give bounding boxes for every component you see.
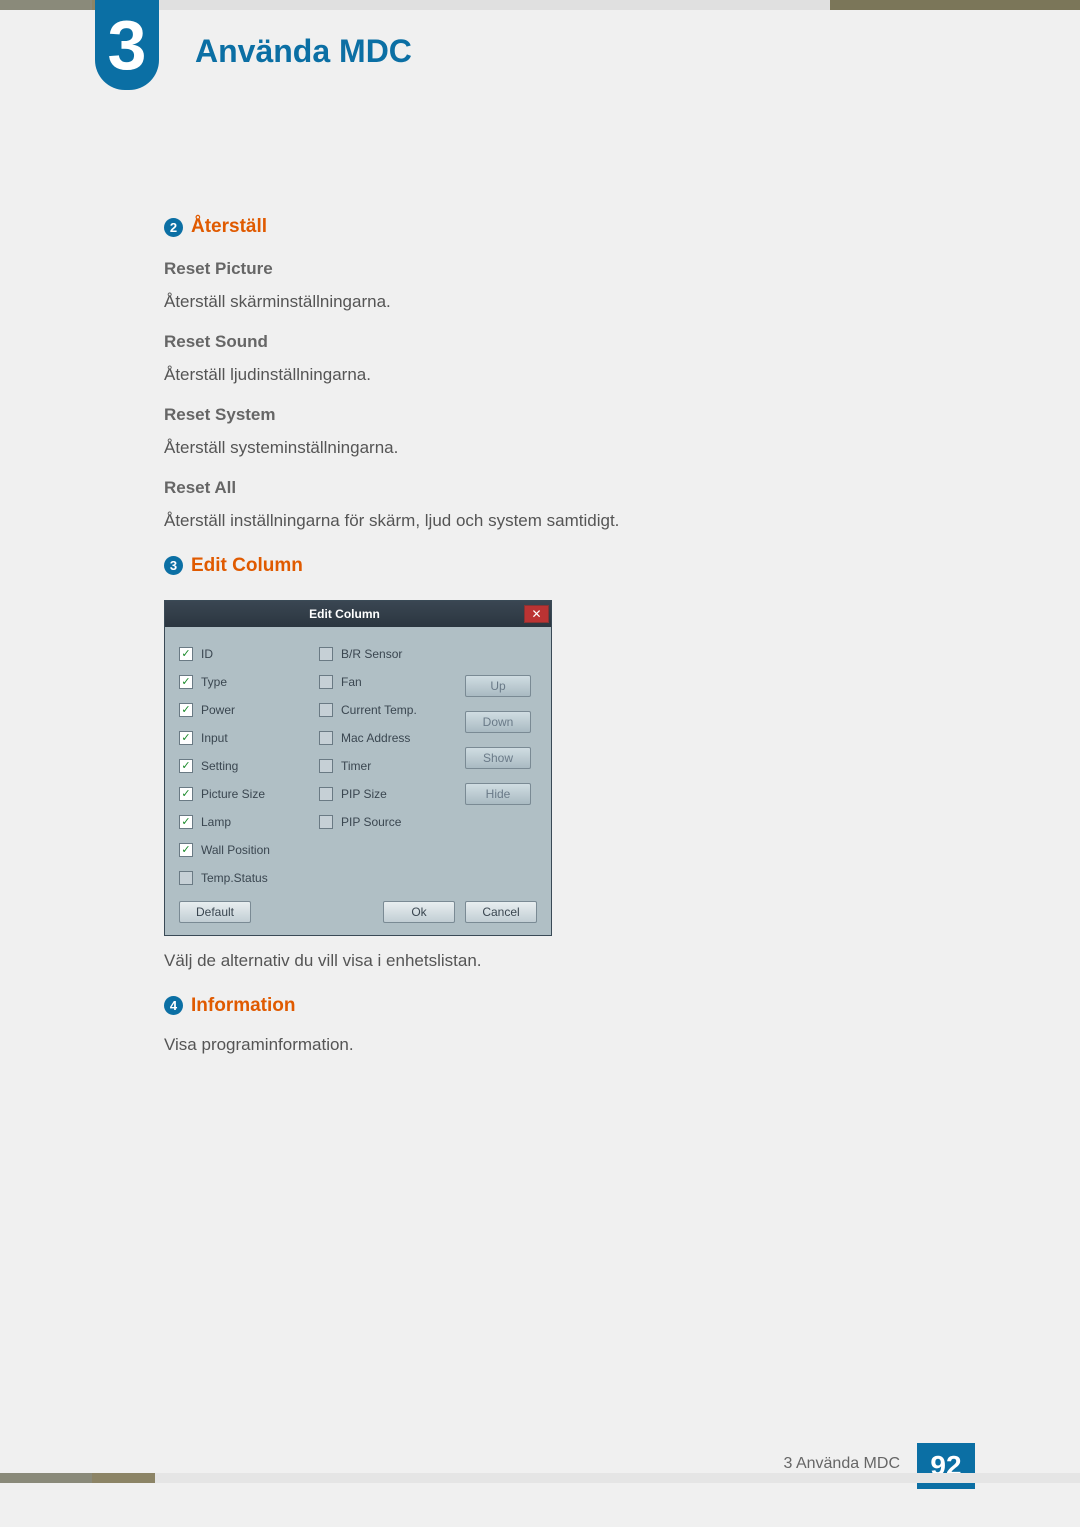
top-ribbon xyxy=(0,0,1080,10)
chapter-number: 3 xyxy=(108,5,147,85)
checkbox[interactable]: ✓ xyxy=(319,731,333,745)
edit-column-dialog-wrap: Edit Column ✕ ✓ ID ✓ Type ✓ Power ✓ Input ✓ Setti… xyxy=(164,600,884,936)
option-heading: Reset All xyxy=(164,475,884,501)
checkbox-label: Temp.Status xyxy=(201,869,268,887)
column-list-left: ✓ ID ✓ Type ✓ Power ✓ Input ✓ Setting ✓ Picture Siz… xyxy=(179,645,309,887)
checkbox-label: Picture Size xyxy=(201,785,265,803)
column-side-buttons: Up Down Show Hide xyxy=(459,645,537,887)
down-button[interactable]: Down xyxy=(465,711,531,733)
checkbox-row: ✓ Timer xyxy=(319,757,449,775)
checkbox-row: ✓ B/R Sensor xyxy=(319,645,449,663)
option-heading: Reset Picture xyxy=(164,256,884,282)
checkbox[interactable]: ✓ xyxy=(319,675,333,689)
checkbox-row: ✓ Current Temp. xyxy=(319,701,449,719)
content-area: 2 Återställ Reset Picture Återställ skärm… xyxy=(164,195,884,1066)
checkbox[interactable]: ✓ xyxy=(179,647,193,661)
footer-ribbon xyxy=(0,1473,1080,1483)
checkbox-label: Mac Address xyxy=(341,729,410,747)
default-button[interactable]: Default xyxy=(179,901,251,923)
dialog-titlebar: Edit Column ✕ xyxy=(165,601,551,627)
checkbox[interactable]: ✓ xyxy=(179,787,193,801)
badge-4: 4 xyxy=(164,996,183,1015)
checkbox-label: Wall Position xyxy=(201,841,270,859)
option-text: Återställ ljudinställningarna. xyxy=(164,362,884,388)
checkbox[interactable]: ✓ xyxy=(319,787,333,801)
section-2-heading: 2 Återställ xyxy=(164,213,884,242)
section-2-title: Återställ xyxy=(191,213,267,242)
checkbox[interactable]: ✓ xyxy=(319,647,333,661)
section-3-text: Välj de alternativ du vill visa i enhets… xyxy=(164,948,884,974)
section-4-title: Information xyxy=(191,992,296,1021)
section-3-title: Edit Column xyxy=(191,552,303,581)
checkbox-label: Setting xyxy=(201,757,238,775)
checkbox-label: Lamp xyxy=(201,813,231,831)
up-button[interactable]: Up xyxy=(465,675,531,697)
checkbox[interactable]: ✓ xyxy=(319,703,333,717)
checkbox-label: PIP Size xyxy=(341,785,387,803)
section-4-text: Visa programinformation. xyxy=(164,1032,884,1058)
dialog-footer: Default Ok Cancel xyxy=(179,887,537,925)
checkbox-label: Timer xyxy=(341,757,371,775)
checkbox-row: ✓ Picture Size xyxy=(179,785,309,803)
column-list-right: ✓ B/R Sensor ✓ Fan ✓ Current Temp. ✓ Mac Addres… xyxy=(319,645,449,887)
chapter-badge: 3 xyxy=(95,0,159,90)
checkbox-label: Input xyxy=(201,729,228,747)
checkbox[interactable]: ✓ xyxy=(179,703,193,717)
checkbox[interactable]: ✓ xyxy=(179,871,193,885)
checkbox-row: ✓ Lamp xyxy=(179,813,309,831)
checkbox[interactable]: ✓ xyxy=(179,675,193,689)
checkbox-row: ✓ Input xyxy=(179,729,309,747)
checkbox-row: ✓ Setting xyxy=(179,757,309,775)
checkbox-label: Fan xyxy=(341,673,362,691)
option-text: Återställ inställningarna för skärm, lju… xyxy=(164,508,884,534)
checkbox-label: ID xyxy=(201,645,213,663)
section-3-heading: 3 Edit Column xyxy=(164,552,884,581)
checkbox-label: PIP Source xyxy=(341,813,401,831)
checkbox-label: Power xyxy=(201,701,235,719)
checkbox[interactable]: ✓ xyxy=(319,815,333,829)
checkbox-row: ✓ Fan xyxy=(319,673,449,691)
hide-button[interactable]: Hide xyxy=(465,783,531,805)
checkbox-label: Current Temp. xyxy=(341,701,417,719)
checkbox[interactable]: ✓ xyxy=(179,731,193,745)
cancel-button[interactable]: Cancel xyxy=(465,901,537,923)
checkbox-row: ✓ Wall Position xyxy=(179,841,309,859)
badge-3: 3 xyxy=(164,556,183,575)
ok-button[interactable]: Ok xyxy=(383,901,455,923)
edit-column-dialog: Edit Column ✕ ✓ ID ✓ Type ✓ Power ✓ Input ✓ Setti… xyxy=(164,600,552,936)
section-4-heading: 4 Information xyxy=(164,992,884,1021)
checkbox[interactable]: ✓ xyxy=(179,759,193,773)
checkbox-label: B/R Sensor xyxy=(341,645,402,663)
footer-label: 3 Använda MDC xyxy=(783,1455,900,1473)
checkbox-row: ✓ Temp.Status xyxy=(179,869,309,887)
checkbox-label: Type xyxy=(201,673,227,691)
checkbox[interactable]: ✓ xyxy=(179,815,193,829)
show-button[interactable]: Show xyxy=(465,747,531,769)
badge-2: 2 xyxy=(164,218,183,237)
close-icon[interactable]: ✕ xyxy=(524,605,549,623)
checkbox-row: ✓ Mac Address xyxy=(319,729,449,747)
checkbox-row: ✓ PIP Source xyxy=(319,813,449,831)
checkbox[interactable]: ✓ xyxy=(319,759,333,773)
option-heading: Reset Sound xyxy=(164,329,884,355)
checkbox-row: ✓ Type xyxy=(179,673,309,691)
option-heading: Reset System xyxy=(164,402,884,428)
option-text: Återställ systeminställningarna. xyxy=(164,435,884,461)
checkbox-row: ✓ PIP Size xyxy=(319,785,449,803)
checkbox-row: ✓ ID xyxy=(179,645,309,663)
checkbox-row: ✓ Power xyxy=(179,701,309,719)
chapter-title: Använda MDC xyxy=(195,33,412,70)
dialog-title: Edit Column xyxy=(165,605,524,623)
dialog-body: ✓ ID ✓ Type ✓ Power ✓ Input ✓ Setting ✓ Picture Siz… xyxy=(165,627,551,935)
checkbox[interactable]: ✓ xyxy=(179,843,193,857)
option-text: Återställ skärminställningarna. xyxy=(164,289,884,315)
